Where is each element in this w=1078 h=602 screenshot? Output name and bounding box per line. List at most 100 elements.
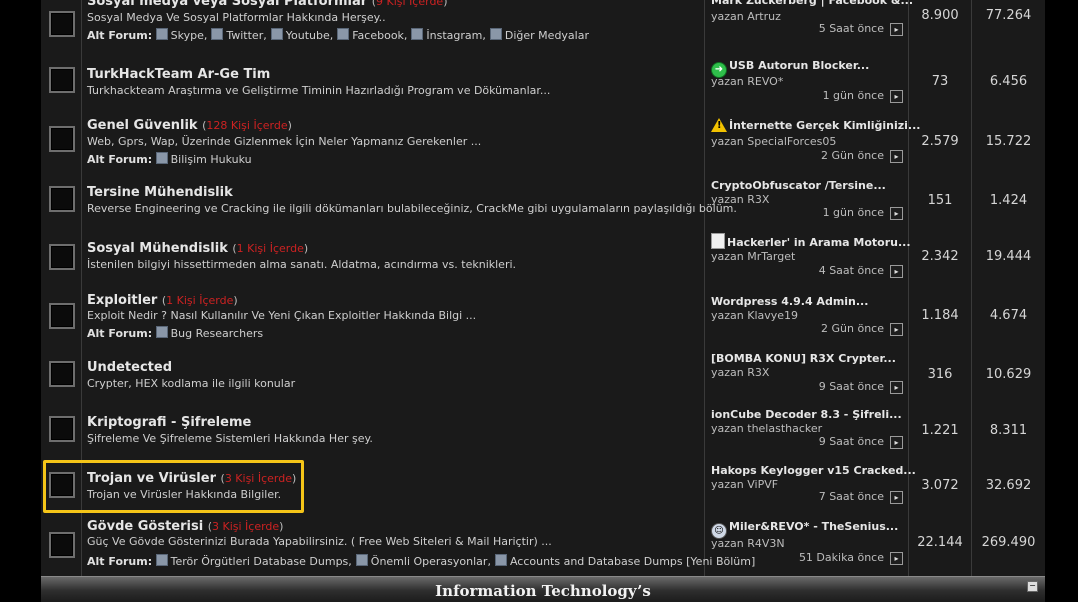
post-count-cell: 32.692 (972, 457, 1045, 513)
last-post-time: 9 Saat önce (818, 435, 884, 448)
thread-count: 3.072 (921, 478, 959, 493)
collapse-icon[interactable]: − (1027, 581, 1038, 592)
forum-row[interactable]: Undetected Crypter, HEX kodlama ile ilgil… (41, 346, 1045, 402)
forum-title-link[interactable]: Sosyal medya veya Sosyal Platformlar (87, 0, 367, 9)
post-count: 15.722 (985, 134, 1032, 149)
last-post-author[interactable]: thelasthacker (747, 422, 822, 435)
forum-mini-icon (355, 554, 368, 566)
forum-title-link[interactable]: Exploitler (87, 293, 157, 308)
document-icon (711, 233, 725, 249)
last-post-author[interactable]: R4V3N (747, 537, 784, 550)
sub-forum-link[interactable]: Youtube, (270, 28, 333, 42)
last-post-title[interactable]: İnternette Gerçek Kimliğinizi... (711, 118, 920, 132)
forum-title-link[interactable]: Sosyal Mühendislik (87, 241, 228, 256)
thread-count-cell: 2.579 (909, 107, 972, 171)
forum-title-link[interactable]: Tersine Mühendislik (87, 185, 233, 200)
sub-forum-link[interactable]: Bilişim Hukuku (155, 152, 252, 166)
last-post-author-line: yazan Klavye19 (711, 309, 799, 322)
forum-row[interactable]: Gövde Gösterisi (3 Kişi İçerde) Güç Ve Gö… (41, 513, 1045, 577)
forum-row[interactable]: Sosyal Mühendislik (1 Kişi İçerde) İsteni… (41, 227, 1045, 287)
last-post-author[interactable]: ViPVF (747, 478, 778, 491)
forum-row[interactable]: Kriptografi - Şifreleme Şifreleme Ve Şifr… (41, 401, 1045, 458)
go-to-last-post-button[interactable]: ▸ (890, 23, 903, 36)
forum-title-link[interactable]: Undetected (87, 360, 172, 375)
thread-count-cell: 73 (909, 53, 972, 107)
forum-description: Güç Ve Gövde Gösterinizi Burada Yapabili… (87, 535, 552, 548)
forum-row[interactable]: Genel Güvenlik (128 Kişi İçerde) Web, Gpr… (41, 107, 1045, 172)
sub-forum-link[interactable]: Facebook, (337, 28, 407, 42)
go-to-last-post-button[interactable]: ▸ (890, 90, 903, 103)
thread-count: 73 (931, 74, 949, 89)
thread-count-cell: 22.144 (909, 513, 972, 576)
post-count: 6.456 (989, 74, 1028, 89)
last-post-author[interactable]: REVO* (747, 75, 783, 88)
thread-count: 151 (927, 193, 953, 208)
last-post-title[interactable]: Mark Zuckerberg | Facebook &... (711, 0, 913, 7)
go-to-last-post-button[interactable]: ▸ (890, 381, 903, 394)
last-post-cell: Mark Zuckerberg | Facebook &... yazan Art… (705, 0, 913, 53)
last-post-title[interactable]: Hackerler' in Arama Motoru... (711, 233, 911, 249)
forum-title-line: Gövde Gösterisi (3 Kişi İçerde) (87, 519, 284, 534)
forum-mini-icon (155, 152, 168, 164)
last-post-author[interactable]: MrTarget (747, 250, 795, 263)
forum-status-icon (49, 186, 75, 212)
go-to-last-post-button[interactable]: ▸ (890, 150, 903, 163)
go-to-last-post-button[interactable]: ▸ (890, 323, 903, 336)
last-post-title[interactable]: [BOMBA KONU] R3X Crypter... (711, 352, 896, 365)
thread-count-cell: 1.221 (909, 401, 972, 457)
go-to-last-post-button[interactable]: ▸ (890, 207, 903, 220)
forum-description: Reverse Engineering ve Cracking ile ilgi… (87, 202, 737, 215)
last-post-author-line: yazan MrTarget (711, 250, 796, 263)
warning-icon (711, 118, 727, 132)
last-post-title[interactable]: Wordpress 4.9.4 Admin... (711, 295, 868, 308)
last-post-author[interactable]: R3X (747, 193, 769, 206)
forum-description: Web, Gprs, Wap, Üzerinde Gizlenmek İçin … (87, 135, 482, 148)
forum-description: Sosyal Medya Ve Sosyal Platformlar Hakkı… (87, 11, 386, 24)
last-post-cell: ☺ Miler&REVO* - TheSenius... yazan R4V3N 51… (705, 513, 909, 576)
forum-status-cell (41, 513, 82, 576)
forum-description: Turkhackteam Araştırma ve Geliştirme Tim… (87, 84, 551, 97)
sub-forum-link[interactable]: Diğer Medyalar (489, 28, 589, 42)
last-post-author[interactable]: Artruz (747, 10, 781, 23)
sub-forums: Alt Forum: Bug Researchers (87, 326, 267, 340)
go-to-last-post-button[interactable]: ▸ (890, 265, 903, 278)
sub-forum-link[interactable]: Skype, (155, 28, 207, 42)
section-header-information-technology[interactable]: Information Technology’s − (41, 576, 1045, 602)
sub-forum-link[interactable]: Önemli Operasyonlar, (355, 554, 491, 568)
forum-row[interactable]: Tersine Mühendislik Reverse Engineering v… (41, 171, 1045, 228)
forum-title-link[interactable]: Genel Güvenlik (87, 118, 198, 133)
last-post-title[interactable]: ionCube Decoder 8.3 - Şifreli... (711, 408, 902, 421)
sub-forum-link[interactable]: Twitter, (211, 28, 267, 42)
sub-forum-link[interactable]: İnstagram, (411, 28, 486, 42)
thread-count: 22.144 (917, 535, 963, 550)
forum-row[interactable]: Exploitler (1 Kişi İçerde) Exploit Nedir … (41, 286, 1045, 347)
thread-count: 316 (927, 367, 953, 382)
forum-info-cell: Gövde Gösterisi (3 Kişi İçerde) Güç Ve Gö… (82, 513, 755, 576)
last-post-author-line: yazan SpecialForces05 (711, 135, 837, 148)
sub-forum-link[interactable]: Terör Örgütleri Database Dumps, (155, 554, 352, 568)
post-count-cell: 15.722 (972, 107, 1045, 171)
forum-mini-icon (211, 28, 224, 40)
thread-count: 1.184 (921, 308, 959, 323)
last-post-author[interactable]: Klavye19 (747, 309, 798, 322)
forum-title-link[interactable]: TurkHackTeam Ar-Ge Tim (87, 67, 270, 82)
forum-status-cell (41, 171, 82, 227)
last-post-title[interactable]: Hakops Keylogger v15 Cracked... (711, 464, 916, 477)
forum-row[interactable]: TurkHackTeam Ar-Ge Tim Turkhackteam Araşt… (41, 53, 1045, 108)
forum-info-cell: TurkHackTeam Ar-Ge Tim Turkhackteam Araşt… (82, 53, 705, 107)
last-post-time: 7 Saat önce (818, 490, 884, 503)
forum-title-link[interactable]: Gövde Gösterisi (87, 519, 203, 534)
thread-count-cell: 2.342 (909, 227, 972, 286)
sub-forum-link[interactable]: Bug Researchers (155, 326, 263, 340)
last-post-title[interactable]: CryptoObfuscator /Tersine... (711, 179, 886, 192)
forum-status-icon (49, 126, 75, 152)
forum-title-line: Kriptografi - Şifreleme (87, 415, 251, 430)
go-to-last-post-button[interactable]: ▸ (890, 552, 903, 565)
last-post-author-line: yazan Artruz (711, 10, 781, 23)
go-to-last-post-button[interactable]: ▸ (890, 436, 903, 449)
go-to-last-post-button[interactable]: ▸ (890, 491, 903, 504)
forum-title-link[interactable]: Kriptografi - Şifreleme (87, 415, 251, 430)
last-post-author[interactable]: R3X (747, 366, 769, 379)
last-post-author[interactable]: SpecialForces05 (747, 135, 836, 148)
forum-row[interactable]: Sosyal medya veya Sosyal Platformlar (9 … (41, 0, 1045, 54)
